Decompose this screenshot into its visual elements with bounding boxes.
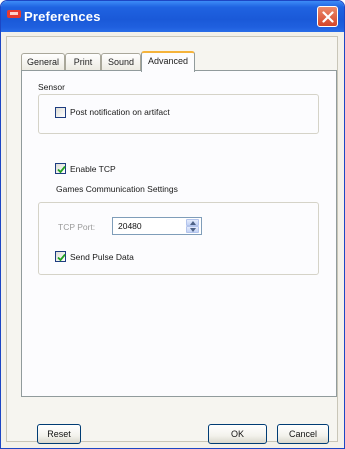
sensor-heading: Sensor [38, 82, 65, 92]
tab-sound[interactable]: Sound [101, 53, 141, 71]
games-communication-group [38, 202, 319, 275]
reset-button[interactable]: Reset [37, 424, 81, 444]
chevron-up-icon [190, 221, 196, 225]
send-pulse-checkbox[interactable] [55, 251, 66, 262]
checkmark-icon [57, 253, 66, 262]
tcp-port-value[interactable]: 20480 [118, 221, 142, 231]
post-notification-label[interactable]: Post notification on artifact [70, 107, 170, 117]
send-pulse-label[interactable]: Send Pulse Data [70, 252, 134, 262]
cancel-button[interactable]: Cancel [277, 424, 329, 444]
games-communication-heading: Games Communication Settings [56, 184, 178, 194]
close-button[interactable] [317, 6, 338, 27]
app-icon [7, 10, 21, 18]
checkmark-icon [57, 165, 66, 174]
tcp-port-label: TCP Port: [58, 222, 96, 232]
close-icon [322, 11, 334, 23]
spin-down-button[interactable] [186, 226, 199, 233]
window-title: Preferences [24, 9, 101, 24]
ok-button[interactable]: OK [208, 424, 267, 444]
title-bar[interactable]: Preferences [1, 1, 344, 32]
tab-general[interactable]: General [21, 53, 65, 71]
spin-buttons [186, 219, 200, 233]
tcp-port-stepper[interactable]: 20480 [112, 217, 202, 235]
post-notification-checkbox[interactable] [55, 107, 66, 118]
spin-up-button[interactable] [186, 219, 199, 226]
tab-advanced[interactable]: Advanced [141, 51, 195, 72]
enable-tcp-checkbox[interactable] [55, 163, 66, 174]
enable-tcp-label[interactable]: Enable TCP [70, 164, 116, 174]
chevron-down-icon [190, 228, 196, 232]
tab-print[interactable]: Print [65, 53, 101, 71]
